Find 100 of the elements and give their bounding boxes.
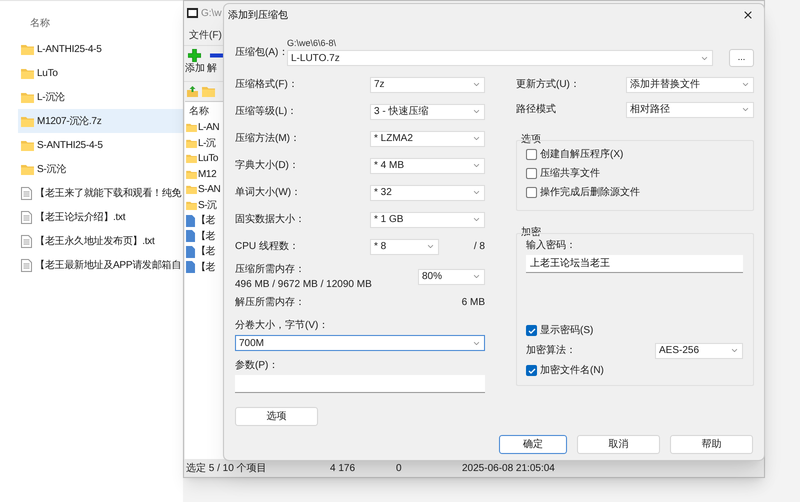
checkbox[interactable] <box>526 325 537 336</box>
checkbox-label: 创建自解压程序(X) <box>540 148 624 162</box>
status-text: 选定 5 / 10 个项目 <box>185 462 268 476</box>
folder-icon <box>21 164 34 174</box>
plus-icon <box>188 49 201 62</box>
parameters-field[interactable] <box>235 375 485 393</box>
chevron-icon <box>472 272 481 281</box>
file-name: 【老王来了就能下载和观看！纯免 <box>35 186 182 200</box>
document-icon <box>186 261 195 274</box>
list-row[interactable]: 【老 <box>185 213 223 228</box>
chevron-icon <box>741 80 750 89</box>
document-icon <box>186 230 195 242</box>
dropdown[interactable]: * 1 GB <box>370 212 485 228</box>
dropdown[interactable]: 添加并替换文件 <box>626 76 754 92</box>
field-label: 固实数据大小： <box>235 212 305 227</box>
dropdown[interactable]: * 8 <box>370 238 439 254</box>
chevron-icon <box>472 107 481 116</box>
file-row[interactable]: 【老王永久地址发布页】.txt <box>18 229 183 253</box>
document-icon <box>21 210 32 224</box>
field-label: / 8 <box>474 240 485 254</box>
file-row[interactable]: S-ANTHI25-4-5 <box>18 133 183 157</box>
file-row[interactable]: LuTo <box>18 61 183 85</box>
file-row[interactable]: 【老王最新地址及APP请发邮箱自 <box>18 253 183 277</box>
column-header[interactable]: 名称 <box>30 16 50 31</box>
list-row[interactable]: M12 <box>185 166 223 182</box>
field-label: 单词大小(W)： <box>235 186 302 200</box>
close-icon[interactable] <box>742 9 754 21</box>
dropdown[interactable]: 3 - 快速压缩 <box>370 104 485 120</box>
folder-icon <box>186 170 197 179</box>
list-row[interactable]: LuTo <box>185 151 223 166</box>
list-row[interactable]: 【老 <box>185 228 223 244</box>
dropdown[interactable]: 7z <box>370 76 485 92</box>
chevron-icon <box>472 161 481 170</box>
toolbar-button[interactable]: 添加 <box>185 46 205 81</box>
field-label: 压缩等级(L)： <box>235 104 298 119</box>
document-icon <box>186 214 195 227</box>
memory-usage: 496 MB / 9672 MB / 12090 MB <box>235 278 372 292</box>
file-row[interactable]: L-沉沦 <box>18 85 183 109</box>
file-row[interactable]: M1207-沉沦.7z <box>18 109 183 133</box>
password-field[interactable]: 上老王论坛当老王 <box>526 255 743 273</box>
checkbox-label: 加密文件名(N) <box>540 364 604 378</box>
dialog-button[interactable]: 取消 <box>577 435 660 454</box>
checkbox[interactable] <box>526 168 537 179</box>
chevron-icon <box>472 188 481 197</box>
field-label: 压缩格式(F)： <box>235 78 298 92</box>
checkbox-label: 操作完成后删除源文件 <box>540 186 640 200</box>
status-text: 0 <box>395 462 403 476</box>
dropdown[interactable]: 相对路径 <box>626 102 754 118</box>
dialog-title: 添加到压缩包 <box>228 8 288 22</box>
menu-item[interactable]: 文件(F) <box>189 28 222 42</box>
folder-icon <box>186 185 197 194</box>
document-icon <box>186 246 195 258</box>
folder-icon <box>186 154 197 164</box>
file-row[interactable]: 【老王来了就能下载和观看！纯免 <box>18 181 183 205</box>
volume-size-field[interactable]: 700M <box>235 335 485 351</box>
folder-icon <box>186 200 197 210</box>
list-row[interactable]: S-AN <box>185 182 223 198</box>
file-row[interactable]: L-ANTHI25-4-5 <box>18 37 183 61</box>
column-header[interactable]: 名称 <box>189 104 209 118</box>
file-row[interactable]: 【老王论坛介绍】.txt <box>18 205 183 229</box>
dialog-button[interactable]: 确定 <box>499 435 567 454</box>
folder-icon <box>21 92 34 102</box>
window-title: G:\w <box>201 6 222 20</box>
file-name: 【老王最新地址及APP请发邮箱自 <box>35 258 182 272</box>
checkbox[interactable] <box>526 149 537 160</box>
up-folder-icon[interactable] <box>186 85 199 98</box>
chevron-icon <box>472 215 481 224</box>
field-label: 更新方式(U)： <box>516 78 580 92</box>
field-label: 加密算法： <box>526 344 576 358</box>
checkbox[interactable] <box>526 365 537 376</box>
chevron-icon <box>472 134 481 143</box>
options-button[interactable]: 选项 <box>235 407 318 426</box>
dropdown[interactable]: * 32 <box>370 184 485 200</box>
dropdown[interactable]: 80% <box>418 268 485 284</box>
folder-icon <box>21 116 34 126</box>
checkbox[interactable] <box>526 187 537 198</box>
folder-icon <box>202 86 215 97</box>
status-text: 4 176 <box>329 462 356 476</box>
browse-button[interactable]: ... <box>729 49 754 67</box>
dropdown[interactable]: * 4 MB <box>370 158 485 174</box>
list-row[interactable]: 【老 <box>185 260 223 275</box>
document-icon <box>21 234 32 248</box>
field-label: 字典大小(D)： <box>235 158 299 173</box>
dialog-button[interactable]: 帮助 <box>670 435 753 454</box>
file-name: M1207-沉沦.7z <box>37 114 102 128</box>
app-icon <box>187 8 198 18</box>
field-label: 输入密码： <box>526 238 577 252</box>
folder-icon <box>21 140 34 150</box>
list-row[interactable]: L-AN <box>185 120 223 136</box>
dropdown[interactable]: * LZMA2 <box>370 130 485 146</box>
file-name: 【老王永久地址发布页】.txt <box>35 234 155 248</box>
list-row[interactable]: L-沉 <box>185 136 223 151</box>
list-row[interactable]: 【老 <box>185 244 223 260</box>
archive-name-field[interactable]: L-LUTO.7z <box>287 50 713 66</box>
toolbar-button[interactable]: 解 <box>207 46 223 81</box>
status-text: 2025-06-08 21:05:04 <box>461 462 556 476</box>
file-row[interactable]: S-沉沦 <box>18 157 183 181</box>
field-label: CPU 线程数： <box>235 240 299 254</box>
dropdown[interactable]: AES-256 <box>655 342 743 358</box>
list-row[interactable]: S-沉 <box>185 198 223 213</box>
